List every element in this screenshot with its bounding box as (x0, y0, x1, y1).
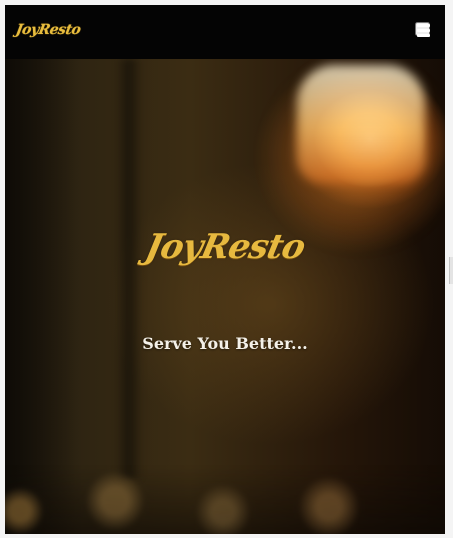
menu-icon-line-top (417, 24, 430, 27)
hero-left-shadow (5, 59, 83, 534)
hamburger-menu-icon[interactable] (415, 22, 430, 37)
website-viewport: JoyResto JoyResto Serve You Better... (5, 5, 445, 534)
blurred-lamp-image (297, 65, 425, 183)
restaurant-home-page: JoyResto JoyResto Serve You Better... (0, 0, 453, 538)
hero-banner: JoyResto Serve You Better... (5, 59, 445, 534)
menu-icon-line-bottom (417, 34, 430, 37)
page-scrollbar-edge[interactable] (449, 257, 453, 284)
menu-icon-line-middle (417, 29, 430, 32)
hero-brand-logo: JoyResto (141, 227, 309, 267)
top-navigation-bar: JoyResto (5, 5, 445, 59)
hero-tagline: Serve You Better... (142, 334, 308, 353)
navbar-brand-logo[interactable]: JoyResto (14, 19, 82, 41)
